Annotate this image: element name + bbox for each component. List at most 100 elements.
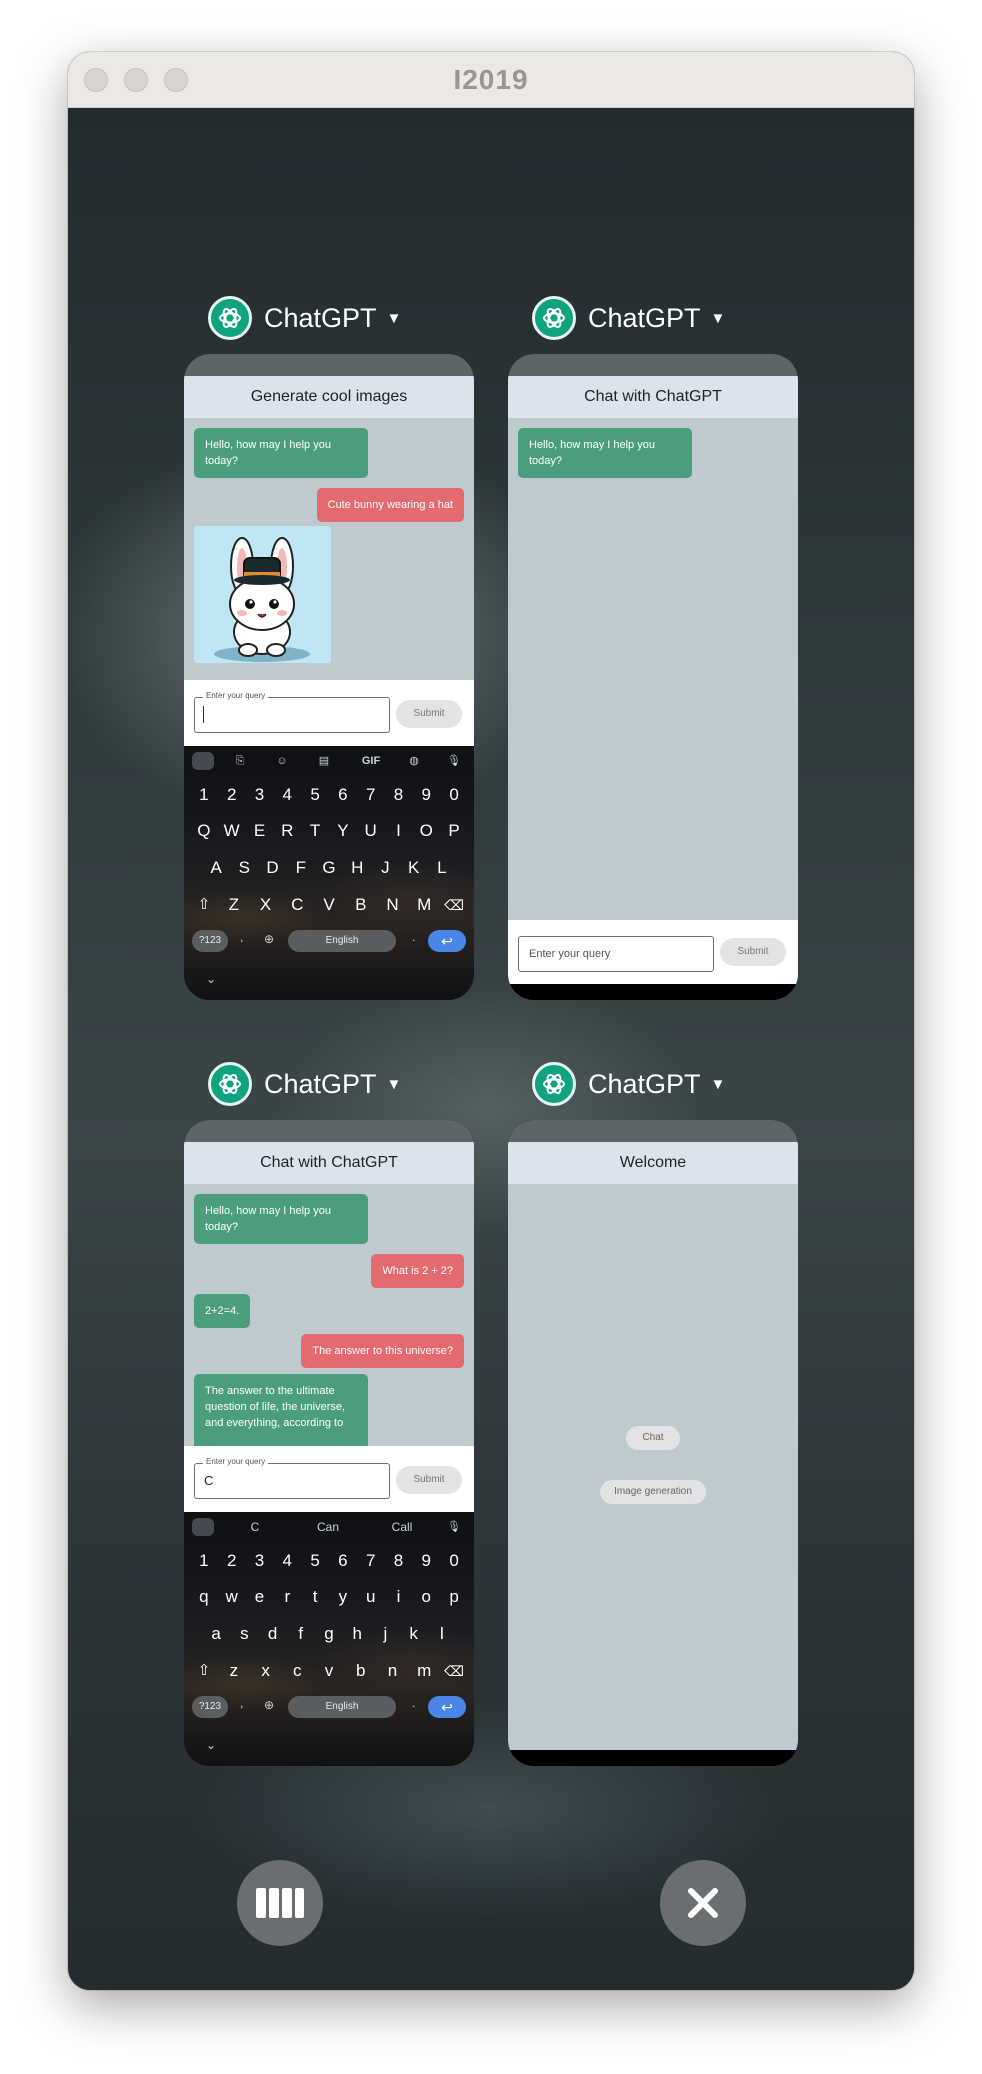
enter-key[interactable]: ↩	[428, 930, 466, 952]
key[interactable]: z	[218, 1656, 250, 1686]
query-input[interactable]: Enter your query	[518, 936, 714, 972]
sticker-icon[interactable]: ☺	[274, 752, 290, 770]
key[interactable]: 3	[246, 1546, 274, 1576]
key[interactable]: c	[281, 1656, 313, 1686]
key[interactable]: m	[408, 1656, 440, 1686]
key[interactable]: d	[258, 1619, 286, 1649]
key[interactable]: p	[440, 1582, 468, 1612]
comma-key[interactable]: ,	[240, 1696, 243, 1710]
key[interactable]: E	[246, 816, 274, 846]
key[interactable]: q	[190, 1582, 218, 1612]
hide-keyboard-icon[interactable]: ⌄	[206, 1738, 216, 1752]
key[interactable]: H	[343, 853, 371, 883]
enter-key[interactable]: ↩	[428, 1696, 466, 1718]
key[interactable]: 2	[218, 1546, 246, 1576]
key[interactable]: r	[273, 1582, 301, 1612]
key[interactable]: k	[400, 1619, 428, 1649]
suggestion[interactable]: Call	[382, 1518, 422, 1536]
app-card-chat-conversation[interactable]: Chat with ChatGPT Hello, how may I help …	[184, 1120, 474, 1766]
key[interactable]: 1	[190, 780, 218, 810]
close-all-button[interactable]	[660, 1860, 746, 1946]
app-card-welcome[interactable]: Welcome Chat Image generation	[508, 1120, 798, 1766]
submit-button[interactable]: Submit	[720, 938, 786, 966]
query-input[interactable]: Enter your query	[194, 691, 390, 733]
submit-button[interactable]: Submit	[396, 700, 462, 728]
key[interactable]: F	[287, 853, 315, 883]
key[interactable]: J	[371, 853, 399, 883]
symbols-key[interactable]: ?123	[192, 930, 228, 952]
key[interactable]: v	[313, 1656, 345, 1686]
period-key[interactable]: .	[412, 1696, 415, 1710]
microphone-icon[interactable]: 🎙	[446, 752, 462, 770]
tile-windows-button[interactable]	[237, 1860, 323, 1946]
key[interactable]: f	[287, 1619, 315, 1649]
app-header-1[interactable]: ChatGPT ▼	[208, 294, 401, 342]
globe-icon[interactable]: ⊕	[264, 932, 274, 946]
globe-icon[interactable]: ⊕	[264, 1698, 274, 1712]
chat-button[interactable]: Chat	[626, 1426, 680, 1450]
key[interactable]: g	[315, 1619, 343, 1649]
key[interactable]: X	[250, 890, 282, 920]
key[interactable]: A	[202, 853, 230, 883]
key[interactable]: n	[377, 1656, 409, 1686]
key[interactable]: T	[301, 816, 329, 846]
key[interactable]: w	[218, 1582, 246, 1612]
key[interactable]: V	[313, 890, 345, 920]
translate-icon[interactable]: ⎘	[232, 752, 248, 770]
key[interactable]: Y	[329, 816, 357, 846]
key[interactable]: B	[345, 890, 377, 920]
key[interactable]: 5	[301, 780, 329, 810]
app-header-2[interactable]: ChatGPT ▼	[532, 294, 725, 342]
key[interactable]: a	[202, 1619, 230, 1649]
shift-key[interactable]: ⇧	[190, 890, 218, 920]
key[interactable]: s	[230, 1619, 258, 1649]
shift-key[interactable]: ⇧	[190, 1656, 218, 1686]
key[interactable]: C	[281, 890, 313, 920]
key[interactable]: U	[357, 816, 385, 846]
key[interactable]: j	[371, 1619, 399, 1649]
microphone-icon[interactable]: 🎙	[446, 1518, 462, 1536]
key[interactable]: u	[357, 1582, 385, 1612]
key[interactable]: h	[343, 1619, 371, 1649]
key[interactable]: R	[273, 816, 301, 846]
key[interactable]: 6	[329, 780, 357, 810]
key[interactable]: K	[400, 853, 428, 883]
backspace-key[interactable]: ⌫	[440, 890, 468, 920]
key[interactable]: Q	[190, 816, 218, 846]
key[interactable]: 8	[385, 780, 413, 810]
key[interactable]: 4	[273, 780, 301, 810]
symbols-key[interactable]: ?123	[192, 1696, 228, 1718]
key[interactable]: 0	[440, 1546, 468, 1576]
apps-grid-icon[interactable]	[192, 752, 214, 770]
suggestion[interactable]: C	[240, 1518, 270, 1536]
key[interactable]: 7	[357, 780, 385, 810]
period-key[interactable]: .	[412, 930, 415, 944]
key[interactable]: P	[440, 816, 468, 846]
key[interactable]: S	[230, 853, 258, 883]
app-header-3[interactable]: ChatGPT ▼	[208, 1060, 401, 1108]
key[interactable]: 4	[273, 1546, 301, 1576]
suggestion[interactable]: Can	[308, 1518, 348, 1536]
gif-button[interactable]: GIF	[360, 752, 382, 770]
key[interactable]: D	[258, 853, 286, 883]
key[interactable]: e	[246, 1582, 274, 1612]
key[interactable]: 3	[246, 780, 274, 810]
key[interactable]: 7	[357, 1546, 385, 1576]
key[interactable]: 9	[412, 1546, 440, 1576]
space-key[interactable]: English	[288, 930, 396, 952]
backspace-key[interactable]: ⌫	[440, 1656, 468, 1686]
key[interactable]: t	[301, 1582, 329, 1612]
key[interactable]: I	[385, 816, 413, 846]
key[interactable]: b	[345, 1656, 377, 1686]
key[interactable]: G	[315, 853, 343, 883]
key[interactable]: 0	[440, 780, 468, 810]
key[interactable]: x	[250, 1656, 282, 1686]
hide-keyboard-icon[interactable]: ⌄	[206, 972, 216, 986]
key[interactable]: y	[329, 1582, 357, 1612]
key[interactable]: 1	[190, 1546, 218, 1576]
app-card-chat[interactable]: Chat with ChatGPT Hello, how may I help …	[508, 354, 798, 1000]
apps-grid-icon[interactable]	[192, 1518, 214, 1536]
key[interactable]: 2	[218, 780, 246, 810]
clipboard-icon[interactable]: ▤	[316, 752, 332, 770]
key[interactable]: l	[428, 1619, 456, 1649]
